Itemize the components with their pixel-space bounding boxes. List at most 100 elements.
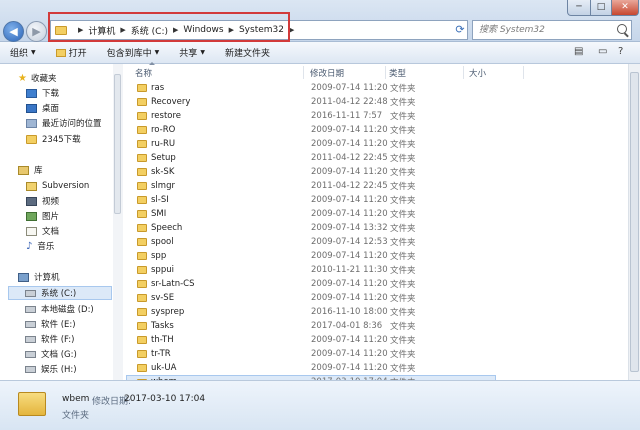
file-modified-date: 2009-07-14 12:53 bbox=[311, 237, 388, 247]
nav-label: 文档 bbox=[42, 227, 60, 237]
close-button[interactable]: ✕ bbox=[611, 0, 639, 16]
file-modified-date: 2009-07-14 11:20 bbox=[311, 293, 388, 303]
nav-desktop[interactable]: 桌面 bbox=[26, 101, 59, 115]
search-placeholder: 搜索 System32 bbox=[479, 25, 545, 35]
file-row[interactable]: sk-SK 2009-07-14 11:20 文件夹 bbox=[127, 165, 497, 179]
nav-videos[interactable]: 视频 bbox=[26, 194, 59, 208]
file-row[interactable]: restore 2016-11-11 7:57 文件夹 bbox=[127, 109, 497, 123]
open-folder-icon bbox=[55, 48, 66, 57]
details-date: 2017-03-10 17:04 bbox=[124, 394, 206, 404]
column-header-size[interactable]: 大小 bbox=[469, 67, 486, 79]
navigation-pane: ★ 收藏夹 下载 桌面 最近访问的位置 2345下载 库 Subversion … bbox=[0, 64, 123, 380]
nav-pictures[interactable]: 图片 bbox=[26, 209, 59, 223]
nav-drive-g[interactable]: 文档 (G:) bbox=[25, 347, 77, 361]
file-row[interactable]: ro-RO 2009-07-14 11:20 文件夹 bbox=[127, 123, 497, 137]
column-divider[interactable] bbox=[303, 66, 304, 79]
view-options-icon[interactable]: ▤ bbox=[574, 46, 583, 57]
nav-label: 2345下载 bbox=[42, 135, 81, 145]
nav-recent[interactable]: 最近访问的位置 bbox=[26, 116, 102, 130]
file-name: Speech bbox=[151, 223, 183, 233]
maximize-button[interactable]: □ bbox=[590, 0, 612, 16]
file-row[interactable]: spool 2009-07-14 12:53 文件夹 bbox=[127, 235, 497, 249]
column-header-name[interactable]: 名称 bbox=[135, 62, 156, 79]
nav-drive-f[interactable]: 软件 (F:) bbox=[25, 332, 74, 346]
navigation-scrollbar[interactable] bbox=[113, 64, 123, 380]
column-divider[interactable] bbox=[523, 66, 524, 79]
nav-documents[interactable]: 文档 bbox=[26, 224, 59, 238]
file-row[interactable]: uk-UA 2009-07-14 11:20 文件夹 bbox=[127, 361, 497, 375]
nav-computer[interactable]: 计算机 bbox=[18, 270, 60, 284]
search-icon[interactable] bbox=[617, 24, 627, 34]
nav-downloads[interactable]: 下载 bbox=[26, 86, 59, 100]
nav-drive-c[interactable]: 系统 (C:) bbox=[8, 286, 112, 300]
file-modified-date: 2009-07-14 11:20 bbox=[311, 167, 388, 177]
scrollbar-thumb[interactable] bbox=[630, 72, 639, 372]
file-type: 文件夹 bbox=[390, 210, 416, 220]
recent-places-icon bbox=[26, 118, 37, 128]
details-pane: wbem 修改日期: 2017-03-10 17:04 文件夹 bbox=[0, 380, 640, 430]
share-button[interactable]: 共享 ▼ bbox=[179, 46, 205, 59]
file-name: sysprep bbox=[151, 307, 185, 317]
file-modified-date: 2011-04-12 22:48 bbox=[311, 97, 388, 107]
file-list-scrollbar[interactable] bbox=[628, 64, 640, 380]
file-row[interactable]: Speech 2009-07-14 13:32 文件夹 bbox=[127, 221, 497, 235]
file-row[interactable]: sysprep 2016-11-10 18:00 文件夹 bbox=[127, 305, 497, 319]
include-in-library-button[interactable]: 包含到库中 ▼ bbox=[107, 46, 160, 59]
file-row[interactable]: Tasks 2017-04-01 8:36 文件夹 bbox=[127, 319, 497, 333]
nav-drive-h[interactable]: 娱乐 (H:) bbox=[25, 362, 77, 376]
video-icon bbox=[26, 196, 37, 206]
nav-music[interactable]: ♪ 音乐 bbox=[26, 239, 54, 253]
new-folder-button[interactable]: 新建文件夹 bbox=[225, 46, 270, 59]
file-row[interactable]: SMI 2009-07-14 11:20 文件夹 bbox=[127, 207, 497, 221]
file-row[interactable]: sr-Latn-CS 2009-07-14 11:20 文件夹 bbox=[127, 277, 497, 291]
file-row[interactable]: slmgr 2011-04-12 22:45 文件夹 bbox=[127, 179, 497, 193]
file-list: 名称 修改日期 类型 大小 ras 2009-07-14 11:20 文件夹 Reco… bbox=[123, 62, 628, 389]
file-name: spool bbox=[151, 237, 174, 247]
forward-button[interactable]: ▶ bbox=[26, 21, 47, 42]
file-row[interactable]: th-TH 2009-07-14 11:20 文件夹 bbox=[127, 333, 497, 347]
file-row[interactable]: Recovery 2011-04-12 22:48 文件夹 bbox=[127, 95, 497, 109]
minimize-button[interactable]: ─ bbox=[567, 0, 591, 16]
file-name: Recovery bbox=[151, 97, 191, 107]
file-type: 文件夹 bbox=[390, 140, 416, 150]
help-icon[interactable]: ? bbox=[618, 46, 623, 57]
share-label: 共享 bbox=[179, 49, 198, 59]
file-name: slmgr bbox=[151, 181, 175, 191]
file-name: Tasks bbox=[151, 321, 174, 331]
file-modified-date: 2010-11-21 11:30 bbox=[311, 265, 388, 275]
file-row[interactable]: ru-RU 2009-07-14 11:20 文件夹 bbox=[127, 137, 497, 151]
search-input[interactable]: 搜索 System32 bbox=[472, 20, 632, 40]
back-button[interactable]: ◀ bbox=[3, 21, 24, 42]
nav-favorites[interactable]: ★ 收藏夹 bbox=[18, 71, 56, 85]
scrollbar-thumb[interactable] bbox=[114, 74, 121, 214]
file-row[interactable]: tr-TR 2009-07-14 11:20 文件夹 bbox=[127, 347, 497, 361]
nav-libraries[interactable]: 库 bbox=[18, 163, 43, 177]
file-type: 文件夹 bbox=[390, 182, 416, 192]
file-row[interactable]: spp 2009-07-14 11:20 文件夹 bbox=[127, 249, 497, 263]
caret-down-icon: ▼ bbox=[31, 49, 36, 56]
file-name: sv-SE bbox=[151, 293, 175, 303]
open-button[interactable]: 打开 bbox=[55, 46, 87, 59]
folder-icon bbox=[137, 294, 147, 302]
folder-icon bbox=[137, 224, 147, 232]
folder-icon bbox=[137, 112, 147, 120]
nav-drive-d[interactable]: 本地磁盘 (D:) bbox=[25, 302, 94, 316]
column-header-type[interactable]: 类型 bbox=[389, 67, 406, 79]
organize-button[interactable]: 组织 ▼ bbox=[10, 46, 36, 59]
file-name: tr-TR bbox=[151, 349, 171, 359]
file-row[interactable]: sppui 2010-11-21 11:30 文件夹 bbox=[127, 263, 497, 277]
nav-2345-downloads[interactable]: 2345下载 bbox=[26, 132, 81, 146]
file-row[interactable]: ras 2009-07-14 11:20 文件夹 bbox=[127, 81, 497, 95]
file-row[interactable]: sl-SI 2009-07-14 11:20 文件夹 bbox=[127, 193, 497, 207]
new-folder-label: 新建文件夹 bbox=[224, 49, 270, 59]
folder-icon bbox=[137, 322, 147, 330]
refresh-icon[interactable]: ⟳ bbox=[452, 21, 468, 39]
column-header-date[interactable]: 修改日期 bbox=[310, 67, 344, 79]
column-divider[interactable] bbox=[463, 66, 464, 79]
nav-drive-e[interactable]: 软件 (E:) bbox=[25, 317, 76, 331]
file-row[interactable]: sv-SE 2009-07-14 11:20 文件夹 bbox=[127, 291, 497, 305]
file-row[interactable]: Setup 2011-04-12 22:45 文件夹 bbox=[127, 151, 497, 165]
nav-subversion[interactable]: Subversion bbox=[26, 179, 89, 193]
preview-pane-icon[interactable]: ▭ bbox=[598, 46, 607, 57]
column-divider[interactable] bbox=[385, 66, 386, 79]
